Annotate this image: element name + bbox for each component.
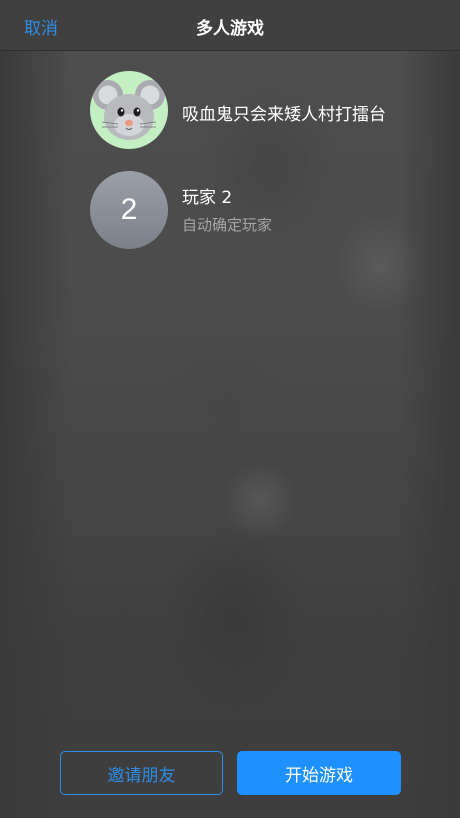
invite-friends-button[interactable]: 邀请朋友	[60, 751, 223, 795]
start-game-button[interactable]: 开始游戏	[237, 751, 401, 795]
player-row: 2 玩家 2 自动确定玩家	[90, 171, 430, 249]
mouse-icon	[93, 80, 165, 140]
navigation-bar: 取消 多人游戏	[0, 0, 460, 51]
avatar-number: 2	[120, 193, 138, 226]
avatar: 2	[90, 171, 168, 249]
player-name: 玩家 2	[182, 188, 233, 208]
player-name: 吸血鬼只会来矮人村打擂台	[182, 105, 386, 125]
avatar	[90, 71, 168, 149]
player-status: 自动确定玩家	[182, 216, 273, 234]
page-title: 多人游戏	[196, 19, 264, 39]
player-row: 吸血鬼只会来矮人村打擂台	[90, 71, 430, 149]
